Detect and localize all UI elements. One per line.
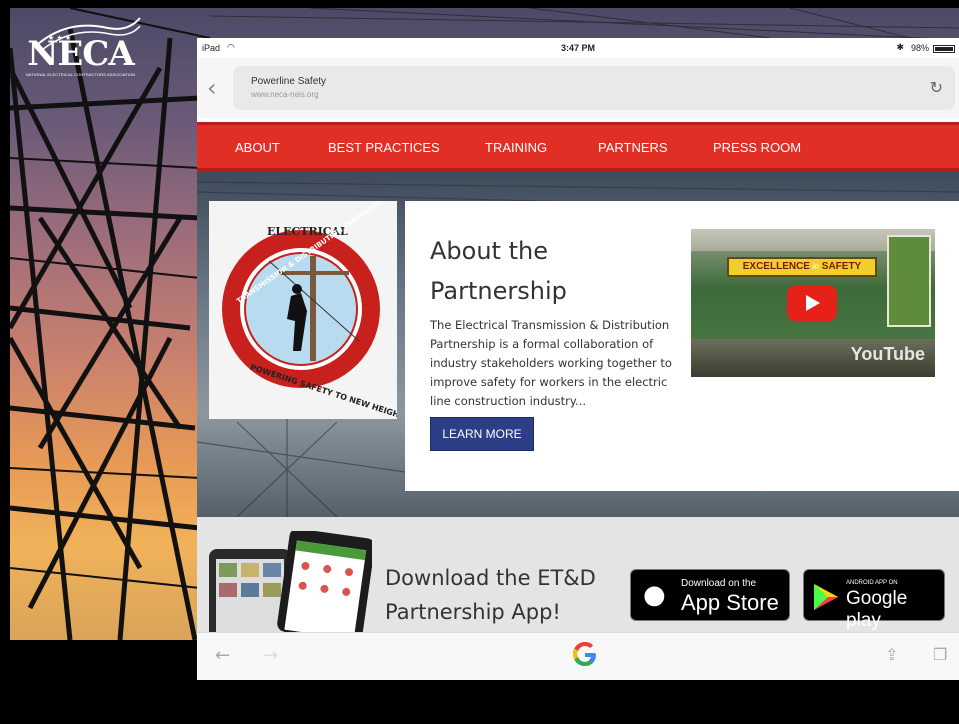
back-chevron-icon[interactable]: ‹ <box>207 74 217 102</box>
partnership-logo: ELECTRICAL POWERING SAFETY TO NEW HEIGHT… <box>222 193 411 423</box>
video-thumbnail[interactable]: EXCELLENCE in SAFETY YouTube <box>691 229 935 377</box>
battery-icon <box>933 45 955 53</box>
nav-training[interactable]: TRAINING <box>485 140 547 155</box>
tabs-icon[interactable]: ❐ <box>933 645 947 664</box>
nav-press-room[interactable]: PRESS ROOM <box>713 140 801 155</box>
app-download-section: Download the ET&D Partnership App! ● Dow… <box>197 517 959 632</box>
url-text: www.neca-neis.org <box>251 90 319 99</box>
browser-toolbar: ← → ⇪ ❐ <box>197 632 959 680</box>
app-devices-image <box>209 531 372 632</box>
status-time: 3:47 PM <box>560 43 595 53</box>
neca-logo: ★ ★ ★ NECA NATIONAL ELECTRICAL CONTRACTO… <box>18 14 143 84</box>
about-card: About the Partnership The Electrical Tra… <box>405 201 959 491</box>
url-page-title: Powerline Safety <box>251 76 327 87</box>
about-body: The Electrical Transmission & Distributi… <box>430 318 672 408</box>
youtube-logo: YouTube <box>850 344 925 364</box>
google-play-badge[interactable]: ANDROID APP ON Google play <box>803 569 945 631</box>
google-icon[interactable] <box>571 639 599 669</box>
about-heading: About the Partnership <box>430 237 567 305</box>
neca-logo-text: NECA <box>27 34 134 74</box>
app-download-text: Download the ET&D Partnership App! <box>385 566 596 624</box>
apple-icon: ● <box>643 580 666 610</box>
google-play-icon <box>814 584 838 610</box>
neca-logo-tagline: NATIONAL ELECTRICAL CONTRACTORS ASSOCIAT… <box>25 72 136 77</box>
hero-section: ELECTRICAL POWERING SAFETY TO NEW HEIGHT… <box>197 172 959 517</box>
nav-partners[interactable]: PARTNERS <box>598 140 668 155</box>
power-tower-silhouette <box>10 8 210 640</box>
status-bar: iPad ◠ 3:47 PM ✱ 98% <box>197 38 959 58</box>
share-icon[interactable]: ⇪ <box>885 645 898 664</box>
app-store-badge[interactable]: ● Download on the App Store <box>630 569 790 621</box>
video-banner: EXCELLENCE in SAFETY <box>727 257 877 277</box>
ipad-screen: iPad ◠ 3:47 PM ✱ 98% ‹ Powerline Safety … <box>197 38 959 680</box>
browser-address-bar: ‹ Powerline Safety www.neca-neis.org ↻ <box>197 58 959 118</box>
bluetooth-icon: ✱ <box>896 42 904 52</box>
partnership-logo-card: ELECTRICAL POWERING SAFETY TO NEW HEIGHT… <box>209 193 411 423</box>
forward-arrow-icon[interactable]: → <box>263 645 278 666</box>
reload-icon[interactable]: ↻ <box>930 78 943 97</box>
battery-percent: 98% <box>910 43 929 53</box>
play-icon[interactable] <box>787 285 837 321</box>
url-field[interactable]: Powerline Safety www.neca-neis.org ↻ <box>233 66 955 110</box>
nav-best-practices[interactable]: BEST PRACTICES <box>328 140 440 155</box>
nav-about[interactable]: ABOUT <box>235 140 280 155</box>
back-arrow-icon[interactable]: ← <box>215 645 230 666</box>
site-nav: ABOUT BEST PRACTICES TRAINING PARTNERS P… <box>197 122 959 172</box>
learn-more-button[interactable]: LEARN MORE <box>430 417 534 451</box>
